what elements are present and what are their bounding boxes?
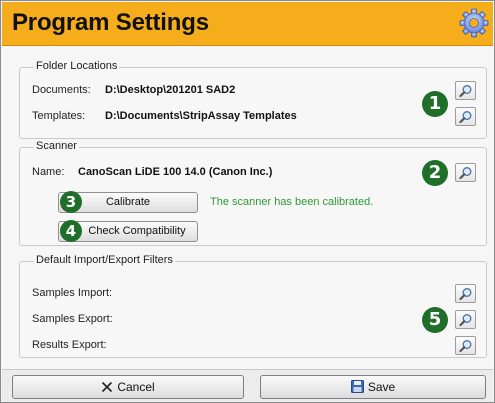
scanner-name-value: CanoScan LiDE 100 14.0 (Canon Inc.) [78, 166, 273, 178]
browse-samples-import-button[interactable] [455, 284, 476, 303]
documents-path: D:\Desktop\201201 SAD2 [105, 84, 236, 96]
gear-icon [459, 8, 489, 38]
close-icon [102, 381, 113, 393]
scanner-title: Scanner [34, 140, 79, 152]
page-title: Program Settings [12, 9, 209, 36]
badge-5: 5 [422, 307, 448, 333]
browse-templates-button[interactable] [455, 107, 476, 126]
browse-results-export-button[interactable] [455, 336, 476, 355]
magnifier-icon [459, 340, 472, 353]
filters-title: Default Import/Export Filters [34, 254, 175, 266]
cancel-button[interactable]: Cancel [12, 375, 244, 399]
filters-group: Default Import/Export Filters Samples Im… [19, 254, 487, 358]
browse-documents-button[interactable] [455, 81, 476, 100]
magnifier-icon [459, 85, 472, 98]
check-compatibility-label: Check Compatibility [88, 225, 186, 237]
save-label: Save [367, 380, 396, 394]
folder-locations-title: Folder Locations [34, 60, 120, 72]
templates-label: Templates: [32, 110, 86, 122]
folder-locations-group: Folder Locations Documents: D:\Desktop\2… [19, 60, 487, 139]
badge-2: 2 [422, 160, 448, 186]
magnifier-icon [459, 288, 472, 301]
scanner-name-label: Name: [32, 166, 65, 178]
templates-path: D:\Documents\StripAssay Templates [105, 110, 297, 122]
save-button[interactable]: Save [260, 375, 486, 399]
cancel-label: Cancel [117, 380, 155, 394]
calibration-status: The scanner has been calibrated. [210, 196, 374, 208]
select-scanner-button[interactable] [455, 163, 476, 182]
footer-bar: Cancel Save [2, 369, 493, 402]
scanner-group: Scanner Name: CanoScan LiDE 100 14.0 (Ca… [19, 140, 487, 246]
title-bar: Program Settings [2, 2, 493, 46]
samples-export-label: Samples Export: [32, 313, 113, 325]
browse-samples-export-button[interactable] [455, 310, 476, 329]
magnifier-icon [459, 167, 472, 180]
documents-label: Documents: [32, 84, 91, 96]
badge-1: 1 [422, 91, 448, 117]
results-export-label: Results Export: [32, 339, 107, 351]
settings-window: Program Settings Folder Locations Docume… [0, 0, 495, 403]
samples-import-label: Samples Import: [32, 287, 113, 299]
magnifier-icon [459, 111, 472, 124]
badge-3: 3 [60, 191, 82, 213]
badge-4: 4 [60, 220, 82, 242]
floppy-disk-icon [350, 380, 364, 393]
magnifier-icon [459, 314, 472, 327]
